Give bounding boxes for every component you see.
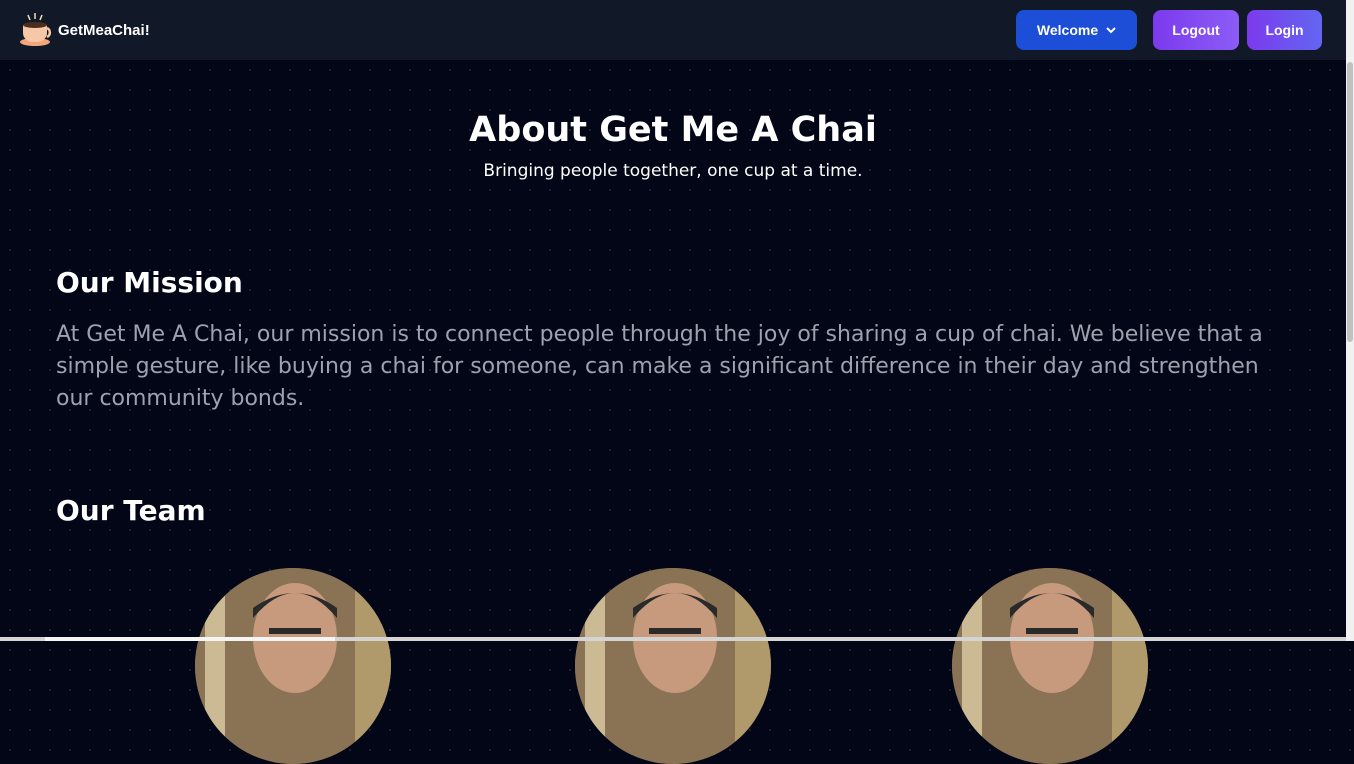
brand[interactable]: GetMeaChai!	[18, 11, 150, 49]
team-member-avatar	[575, 568, 771, 764]
nav-actions: Welcome Logout Login	[1016, 10, 1322, 50]
mission-text: At Get Me A Chai, our mission is to conn…	[56, 322, 1263, 411]
welcome-dropdown-button[interactable]: Welcome	[1016, 10, 1137, 50]
team-member-avatar	[952, 568, 1148, 764]
mission-heading: Our Mission	[56, 266, 243, 299]
chevron-down-icon	[1106, 27, 1116, 34]
vertical-scrollbar[interactable]	[1346, 0, 1354, 641]
brand-name: GetMeaChai!	[58, 21, 150, 39]
scrollbar-thumb[interactable]	[1347, 62, 1353, 342]
team-member-photo	[195, 568, 391, 764]
navbar: GetMeaChai! Welcome Logout Login	[0, 0, 1346, 60]
horizontal-scrollbar-thumb[interactable]	[45, 637, 335, 641]
team-member-avatar	[195, 568, 391, 764]
horizontal-scrollbar[interactable]	[0, 637, 1346, 641]
team-member-photo	[952, 568, 1148, 764]
team-heading: Our Team	[56, 494, 206, 527]
welcome-label: Welcome	[1036, 22, 1099, 38]
logout-button[interactable]: Logout	[1153, 10, 1239, 50]
team-member-photo	[575, 568, 771, 764]
chai-cup-icon	[20, 13, 52, 46]
page-subtitle: Bringing people together, one cup at a t…	[483, 161, 863, 181]
page-title: About Get Me A Chai	[469, 110, 877, 150]
login-button[interactable]: Login	[1247, 10, 1322, 50]
